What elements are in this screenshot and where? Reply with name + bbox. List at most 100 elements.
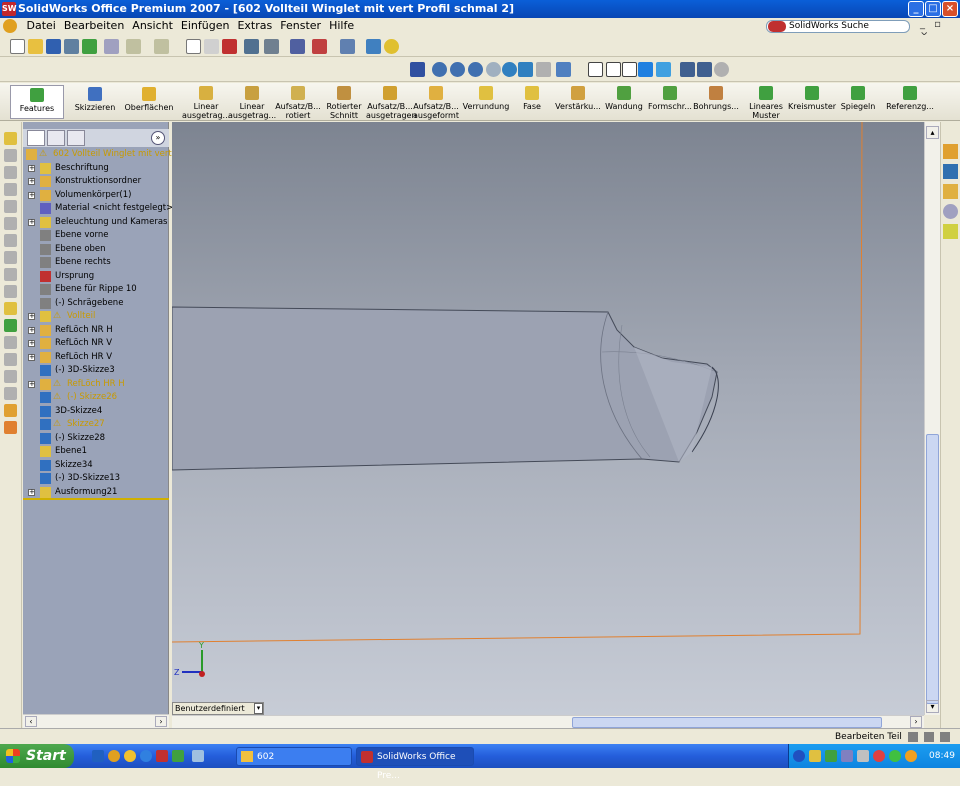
standard-views-icon[interactable]: [556, 62, 571, 77]
zoom-selection-icon[interactable]: [468, 62, 483, 77]
quicklaunch-app-icon-2[interactable]: [192, 750, 204, 762]
rollback-bar[interactable]: [23, 498, 169, 500]
left-tool-icon-8[interactable]: [4, 268, 17, 281]
left-tool-icon-13[interactable]: [4, 353, 17, 366]
shadows-icon[interactable]: [680, 62, 695, 77]
design-library-icon[interactable]: [943, 164, 958, 179]
left-tool-icon-14[interactable]: [4, 370, 17, 383]
command-button-4[interactable]: Aufsatz/B... ausgetragen: [366, 86, 417, 120]
left-tool-icon-7[interactable]: [4, 251, 17, 264]
quicklaunch-solidworks-icon[interactable]: [156, 750, 168, 762]
scroll-up-icon[interactable]: ▴: [926, 126, 939, 139]
left-tool-icon-2[interactable]: [4, 166, 17, 179]
horizontal-scroll-thumb[interactable]: [572, 717, 882, 728]
rotate-icon[interactable]: [502, 62, 517, 77]
shaded-icon[interactable]: [656, 62, 671, 77]
tray-icon-5[interactable]: [857, 750, 869, 762]
tab-features[interactable]: Features: [10, 85, 64, 119]
menu-2[interactable]: Ansicht: [128, 18, 177, 34]
tree-item[interactable]: + Beschriftung: [23, 162, 169, 175]
graphics-viewport[interactable]: Y Z Benutzerdefiniert ▾: [172, 122, 924, 715]
command-button-0[interactable]: Linear ausgetrag...: [182, 86, 230, 120]
expand-icon[interactable]: +: [28, 488, 35, 496]
left-tool-icon-3[interactable]: [4, 183, 17, 196]
tree-item[interactable]: + Ausformung21: [23, 486, 169, 499]
save-icon[interactable]: [46, 39, 61, 54]
expand-icon[interactable]: +: [28, 191, 35, 199]
command-button-11[interactable]: Bohrungs...: [692, 86, 740, 120]
tree-item[interactable]: Ursprung: [23, 270, 169, 283]
tab-surfaces[interactable]: Oberflächen: [120, 85, 178, 119]
zoom-previous-icon[interactable]: [486, 62, 501, 77]
tree-item[interactable]: Ebene oben: [23, 243, 169, 256]
part-icon[interactable]: [312, 39, 327, 54]
tray-icon-4[interactable]: [841, 750, 853, 762]
configuration-manager-tab-icon[interactable]: [67, 130, 85, 146]
tray-icon-6[interactable]: [873, 750, 885, 762]
help-icon[interactable]: [384, 39, 399, 54]
tree-item[interactable]: (-) 3D-Skizze13: [23, 472, 169, 485]
new-document-icon[interactable]: [10, 39, 25, 54]
expand-icon[interactable]: +: [28, 313, 35, 320]
hidden-lines-visible-icon[interactable]: [606, 62, 621, 77]
tree-item[interactable]: + Konstruktionsordner: [23, 175, 169, 188]
command-button-6[interactable]: Verrundung: [462, 86, 510, 120]
command-button-10[interactable]: Formschr...: [646, 86, 694, 120]
wireframe-icon[interactable]: [588, 62, 603, 77]
realview-icon[interactable]: [714, 62, 729, 77]
quicklaunch-browser-icon[interactable]: [108, 750, 120, 762]
tree-item[interactable]: Material <nicht festgelegt>: [23, 202, 173, 215]
command-button-8[interactable]: Verstärku...: [554, 86, 602, 120]
property-manager-tab-icon[interactable]: [47, 130, 65, 146]
tree-horizontal-scrollbar[interactable]: ‹ ›: [23, 714, 169, 728]
menu-3[interactable]: Einfügen: [177, 18, 234, 34]
quicklaunch-media-icon[interactable]: [124, 750, 136, 762]
model-canvas[interactable]: Y Z: [172, 122, 924, 715]
expand-icon[interactable]: +: [28, 353, 35, 361]
tree-item[interactable]: ⚠ Skizze27: [23, 418, 169, 431]
select-filter-icon[interactable]: [204, 39, 219, 54]
hidden-lines-removed-icon[interactable]: [622, 62, 637, 77]
roll-icon[interactable]: [536, 62, 551, 77]
tree-item[interactable]: 3D-Skizze4: [23, 405, 169, 418]
close-button[interactable]: ×: [942, 1, 958, 17]
properties-icon[interactable]: [366, 39, 381, 54]
tree-item[interactable]: (-) 3D-Skizze3: [23, 364, 169, 377]
view-palette-icon[interactable]: [943, 224, 958, 239]
redo-icon[interactable]: [154, 39, 169, 54]
command-button-7[interactable]: Fase: [508, 86, 556, 120]
left-tool-icon-1[interactable]: [4, 149, 17, 162]
view-tab[interactable]: Benutzerdefiniert: [172, 702, 264, 715]
file-explorer-icon[interactable]: [943, 184, 958, 199]
grid-icon[interactable]: [244, 39, 259, 54]
solidworks-app-icon[interactable]: SW: [2, 2, 17, 16]
search-input[interactable]: SolidWorks Suche: [766, 20, 910, 33]
tree-item[interactable]: Ebene rechts: [23, 256, 169, 269]
left-tool-icon-15[interactable]: [4, 387, 17, 400]
tree-item[interactable]: + RefLöch NR H: [23, 324, 169, 337]
quicklaunch-desktop-icon[interactable]: [92, 750, 104, 762]
expand-icon[interactable]: +: [28, 164, 35, 172]
tree-item[interactable]: Ebene vorne: [23, 229, 169, 242]
window-icon[interactable]: [340, 39, 355, 54]
vertical-scroll-thumb[interactable]: [926, 434, 939, 704]
tree-item[interactable]: (-) Schrägebene: [23, 297, 169, 310]
taskbar-item-folder[interactable]: 602: [236, 747, 352, 766]
open-icon[interactable]: [28, 39, 43, 54]
scroll-right-icon[interactable]: ›: [910, 716, 922, 728]
quicklaunch-ie-icon[interactable]: [140, 750, 152, 762]
tree-root[interactable]: ⚠ 602 Vollteil Winglet mit vert Prof: [23, 148, 191, 161]
pan-icon[interactable]: [518, 62, 533, 77]
command-button-15[interactable]: Referenzg...: [886, 86, 934, 120]
menu-5[interactable]: Fenster: [276, 18, 325, 34]
expand-icon[interactable]: +: [28, 326, 35, 334]
quicklaunch-app-icon[interactable]: [172, 750, 184, 762]
search-pane-icon[interactable]: [943, 204, 958, 219]
feature-manager-tab-icon[interactable]: [27, 130, 45, 146]
command-button-14[interactable]: Spiegeln: [834, 86, 882, 120]
search-icon[interactable]: [768, 21, 786, 32]
taskbar-item-solidworks[interactable]: SolidWorks Office Pre...: [356, 747, 474, 781]
print-icon[interactable]: [64, 39, 79, 54]
left-tool-icon-9[interactable]: [4, 285, 17, 298]
command-button-13[interactable]: Kreismuster: [788, 86, 836, 120]
